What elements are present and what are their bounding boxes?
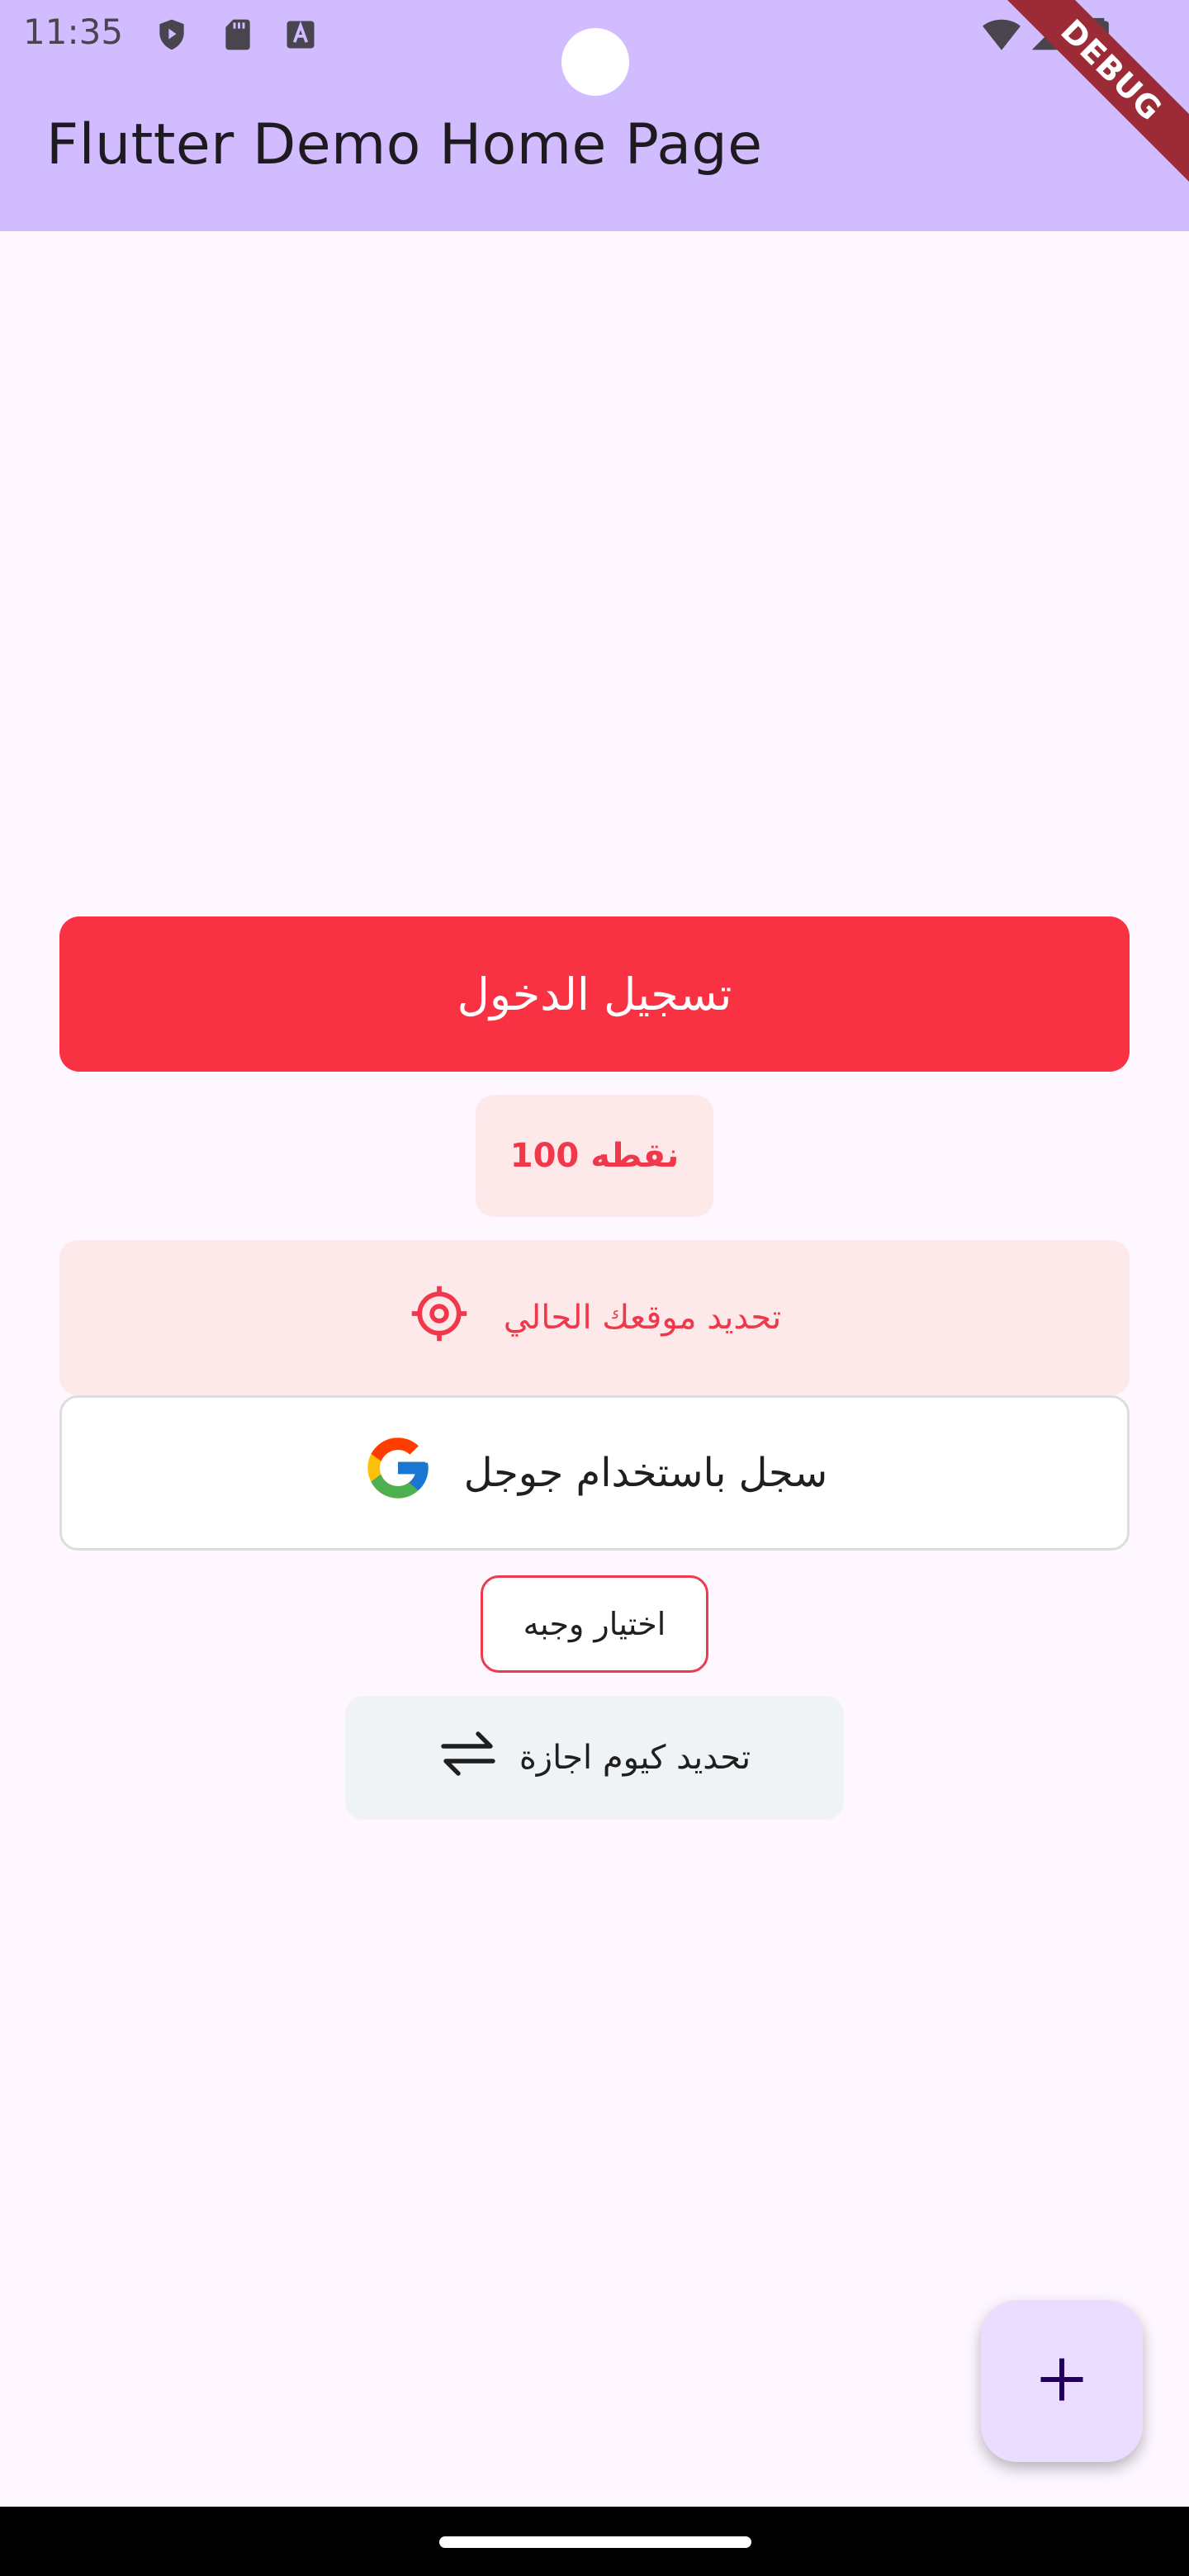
sd-card-icon xyxy=(220,17,256,53)
home-indicator[interactable] xyxy=(439,2536,751,2548)
current-location-label: تحديد موقعك الحالي xyxy=(503,1299,782,1337)
status-time: 11:35 xyxy=(23,12,124,52)
app-bar: 11:35 Flutter Demo Home Page xyxy=(0,0,1189,231)
add-fab-button[interactable] xyxy=(981,2300,1143,2462)
login-button[interactable]: تسجيل الدخول xyxy=(59,916,1130,1072)
wifi-icon xyxy=(981,17,1022,53)
shield-play-icon xyxy=(154,17,190,53)
choose-meal-label: اختيار وجبه xyxy=(523,1606,666,1642)
font-a-icon xyxy=(282,17,319,53)
points-label: نقطه 100 xyxy=(509,1137,680,1175)
gps-target-icon xyxy=(408,1282,471,1353)
choose-meal-button[interactable]: اختيار وجبه xyxy=(481,1575,708,1673)
google-sign-in-label: سجل باستخدام جوجل xyxy=(463,1450,828,1496)
google-logo-icon xyxy=(362,1432,434,1514)
swap-arrows-icon xyxy=(438,1729,498,1787)
points-button[interactable]: نقطه 100 xyxy=(476,1095,713,1217)
set-holiday-label: تحديد كيوم اجازة xyxy=(519,1739,751,1777)
page-title: Flutter Demo Home Page xyxy=(46,112,763,178)
app-screen: 11:35 Flutter Demo Home Page DEBUG تسجيل… xyxy=(0,0,1189,2576)
camera-cutout xyxy=(561,28,629,96)
login-button-label: تسجيل الدخول xyxy=(457,968,732,1020)
google-sign-in-button[interactable]: سجل باستخدام جوجل xyxy=(59,1395,1130,1551)
set-holiday-button[interactable]: تحديد كيوم اجازة xyxy=(345,1696,844,1820)
current-location-button[interactable]: تحديد موقعك الحالي xyxy=(59,1240,1130,1395)
plus-icon xyxy=(1037,2355,1087,2408)
